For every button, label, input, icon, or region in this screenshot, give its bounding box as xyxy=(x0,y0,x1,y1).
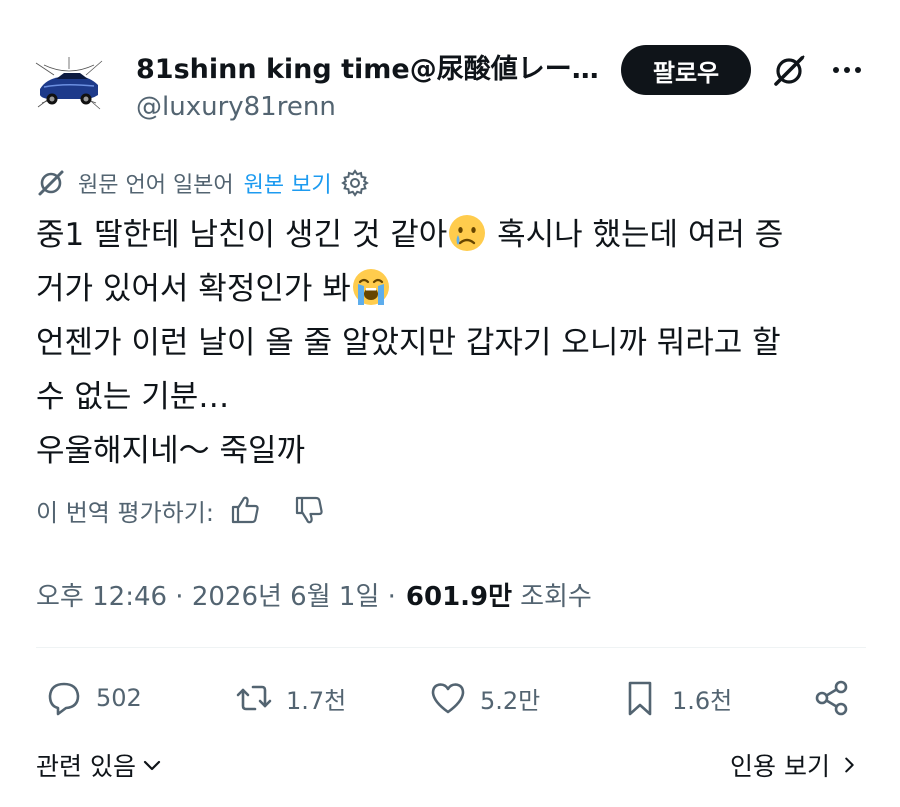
tweet-meta: 오후 12:46 · 2026년 6월 1일 · 601.9만 조회수 xyxy=(36,574,592,614)
author-handle[interactable]: @luxury81renn xyxy=(136,92,336,122)
rate-translation-label: 이 번역 평가하기: xyxy=(36,498,214,527)
tweet-line-text: 중1 딸한테 남친이 생긴 것 같아 xyxy=(36,217,448,253)
like-button[interactable]: 5.2만 xyxy=(428,675,540,721)
reply-icon xyxy=(48,682,80,716)
bookmark-icon xyxy=(628,681,652,716)
settings-gear-icon[interactable] xyxy=(340,168,370,198)
follow-button[interactable]: 팔로우 xyxy=(621,45,751,95)
view-count: 601.9만 xyxy=(405,581,513,612)
show-original-link[interactable]: 원본 보기 xyxy=(244,167,332,199)
translation-bar: 원문 언어 일본어 원본 보기 xyxy=(36,167,370,199)
repost-icon xyxy=(236,685,272,711)
reply-button[interactable]: 502 xyxy=(44,675,142,721)
bookmark-count: 1.6천 xyxy=(672,686,733,715)
divider xyxy=(36,647,866,648)
tweet-line: 수 없는 기분… xyxy=(36,370,856,424)
tweet-line: 중1 딸한테 남친이 생긴 것 같아 혹시나 했는데 여러 증 xyxy=(36,208,856,262)
repost-count: 1.7천 xyxy=(286,686,347,715)
tweet-line-text: 우울해지네〜 죽일까 xyxy=(36,433,306,469)
share-button[interactable] xyxy=(812,675,864,721)
view-count-label: 조회수 xyxy=(520,581,592,612)
tweet-line-text-cont: 혹시나 했는데 여러 증 xyxy=(487,217,784,253)
author-display-name[interactable]: 81shinn king time@尿酸値レー… xyxy=(136,47,599,86)
timestamp[interactable]: 오후 12:46 · 2026년 6월 1일 · xyxy=(36,576,396,613)
chevron-right-icon xyxy=(845,757,854,773)
tweet-line: 거가 있어서 확정인가 봐 xyxy=(36,262,856,316)
crying-face-emoji xyxy=(449,215,486,251)
repost-button[interactable]: 1.7천 xyxy=(234,675,346,721)
grok-icon[interactable] xyxy=(771,53,807,89)
tweet-text: 중1 딸한테 남친이 생긴 것 같아 혹시나 했는데 여러 증 거가 있어서 확… xyxy=(36,208,856,478)
heart-icon xyxy=(431,683,465,714)
share-icon xyxy=(815,680,848,716)
view-quotes-link[interactable]: 인용 보기 xyxy=(730,745,860,785)
grok-translate-icon xyxy=(38,170,64,196)
reply-count: 502 xyxy=(96,684,142,712)
tweet-line-text: 언젠가 이런 날이 올 줄 알았지만 갑자기 오니까 뭐라고 할 xyxy=(36,325,781,361)
related-label: 관련 있음 xyxy=(36,752,136,781)
loudly-crying-face-emoji xyxy=(352,269,389,305)
rate-translation-row: 이 번역 평가하기: xyxy=(36,490,326,530)
avatar[interactable] xyxy=(34,55,104,115)
more-options-icon[interactable] xyxy=(828,52,866,88)
avatar-car-image xyxy=(34,55,104,115)
tweet-line-text: 수 없는 기분… xyxy=(36,379,230,415)
tweet-line: 우울해지네〜 죽일까 xyxy=(36,424,856,478)
translation-info: 원문 언어 일본어 xyxy=(78,173,234,198)
chevron-down-icon xyxy=(143,760,161,771)
thumbs-up-icon[interactable] xyxy=(228,493,262,527)
related-dropdown[interactable]: 관련 있음 xyxy=(36,745,164,785)
view-quotes-label: 인용 보기 xyxy=(730,752,830,781)
like-count: 5.2만 xyxy=(480,686,541,715)
tweet-line: 언젠가 이런 날이 올 줄 알았지만 갑자기 오니까 뭐라고 할 xyxy=(36,316,856,370)
thumbs-down-icon[interactable] xyxy=(292,493,326,527)
bookmark-button[interactable]: 1.6천 xyxy=(620,675,732,721)
tweet-line-text: 거가 있어서 확정인가 봐 xyxy=(36,271,351,307)
